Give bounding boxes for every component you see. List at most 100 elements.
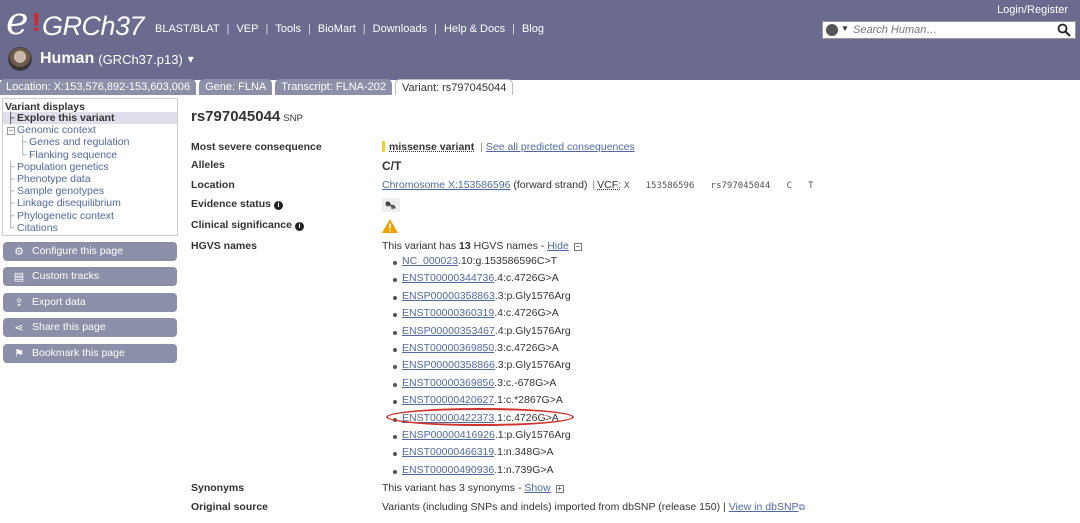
hgvs-accession-link[interactable]: ENST00000344736 [402, 272, 494, 284]
most-severe-label: Most severe consequence [191, 141, 322, 153]
tab-variant[interactable]: Variant: rs797045044 [395, 79, 514, 95]
external-link-icon: ⧉ [798, 502, 805, 512]
tab-bar: Location: X:153,576,892-153,603,006 Gene… [0, 79, 516, 95]
sidebar-item-genomic-context[interactable]: − Genomic context [3, 124, 177, 136]
evidence-frequency-icon[interactable] [382, 198, 400, 212]
hgvs-accession-link[interactable]: ENSP00000358866 [402, 359, 495, 371]
alleles-value: C/T [382, 159, 402, 173]
synonyms-label: Synonyms [191, 482, 245, 494]
bullet-icon [393, 295, 397, 300]
hgvs-notation: .10:g.153586596C>T [458, 255, 558, 267]
species-name: Human [40, 50, 95, 67]
sidebar-item-explore[interactable]: ├ Explore this variant [3, 112, 177, 125]
search-input[interactable] [853, 23, 1053, 37]
bullet-icon [393, 313, 397, 318]
hgvs-accession-link[interactable]: ENST00000490936 [402, 464, 494, 476]
export-data-button[interactable]: ⇪ Export data [3, 293, 177, 312]
nav-help-docs[interactable]: Help & Docs [444, 23, 505, 35]
synonyms-show-link[interactable]: Show [524, 482, 550, 494]
sidebar-item-flanking-sequence[interactable]: └ Flanking sequence [3, 149, 177, 161]
search-icon[interactable] [1057, 23, 1071, 37]
ensembl-logo[interactable]: e ! GRCh37 [6, 0, 145, 43]
sidebar-item-linkage[interactable]: ├ Linkage disequilibrium [3, 197, 177, 209]
hgvs-accession-link[interactable]: ENST00000360319 [402, 307, 494, 319]
hgvs-accession-link[interactable]: NC_000023 [402, 255, 458, 267]
gear-icon: ⚙ [14, 245, 24, 258]
hgvs-item: ENSP00000353467.4:p.Gly1576Arg [402, 325, 571, 337]
collapse-icon[interactable]: − [573, 243, 582, 251]
hgvs-notation: .1:n.348G>A [494, 446, 554, 459]
tab-gene[interactable]: Gene: FLNA [199, 79, 273, 95]
hgvs-accession-link[interactable]: ENST00000466319 [402, 446, 494, 458]
hgvs-notation: .4:p.Gly1576Arg [494, 324, 571, 337]
nav-tools[interactable]: Tools [275, 23, 301, 35]
nav-downloads[interactable]: Downloads [373, 23, 427, 35]
custom-tracks-button[interactable]: ▤ Custom tracks [3, 267, 177, 286]
sidebar-item-phenotype-data[interactable]: ├ Phenotype data [3, 173, 177, 185]
page-title: rs797045044 SNP [191, 108, 303, 125]
hgvs-label: HGVS names [191, 240, 257, 252]
hgvs-item: ENSP00000358863.3:p.Gly1576Arg [402, 290, 571, 302]
hgvs-count: 13 [459, 240, 471, 252]
tab-transcript[interactable]: Transcript: FLNA-202 [275, 79, 392, 95]
hgvs-accession-link[interactable]: ENSP00000416926 [402, 429, 495, 441]
vcf-label: VCF: [597, 179, 622, 191]
nav-vep[interactable]: VEP [236, 23, 258, 35]
most-severe-value: missense variant | See all predicted cons… [382, 141, 635, 153]
info-icon[interactable]: i [294, 222, 304, 231]
highlight-circle-annotation [386, 408, 574, 426]
top-nav: BLAST/BLAT | VEP | Tools | BioMart | Downloa… [155, 23, 544, 35]
logo-bang: ! [32, 7, 41, 37]
export-icon: ⇪ [14, 296, 24, 309]
masthead: e ! GRCh37 BLAST/BLAT | VEP | Tools | BioMa… [0, 0, 1080, 80]
hgvs-accession-link[interactable]: ENST00000369850 [402, 342, 494, 354]
warning-icon[interactable] [382, 219, 398, 233]
nav-blast[interactable]: BLAST/BLAT [155, 23, 220, 35]
sidebar-nav: Variant displays ├ Explore this variant −… [2, 98, 178, 236]
login-register-link[interactable]: Login/Register [997, 4, 1068, 16]
species-dropdown-icon[interactable]: ▾ [188, 52, 194, 66]
expand-icon[interactable]: + [555, 485, 564, 493]
location-label: Location [191, 179, 235, 191]
hgvs-accession-link[interactable]: ENSP00000353467 [402, 325, 495, 337]
sidebar-item-sample-genotypes[interactable]: ├ Sample genotypes [3, 185, 177, 197]
hgvs-notation: .3:c.4726G>A [494, 342, 559, 354]
hgvs-hide-link[interactable]: Hide [547, 240, 569, 252]
tracks-icon: ▤ [13, 270, 25, 283]
species-header[interactable]: Human (GRCh37.p13) ▾ [8, 47, 194, 71]
hgvs-accession-link[interactable]: ENSP00000358863 [402, 290, 495, 302]
configure-page-button[interactable]: ⚙ Configure this page [3, 242, 177, 261]
bullet-icon [393, 278, 397, 283]
logo-e: e [6, 0, 29, 43]
consequence-term[interactable]: missense variant [389, 141, 474, 153]
species-assembly: (GRCh37.p13) [98, 51, 183, 67]
hgvs-notation: .3:p.Gly1576Arg [494, 289, 571, 302]
bookmark-page-button[interactable]: ⚑ Bookmark this page [3, 344, 177, 363]
hgvs-item: ENST00000369850.3:c.4726G>A [402, 342, 559, 354]
location-link[interactable]: Chromosome X:153586596 [382, 179, 510, 191]
sidebar-item-population-genetics[interactable]: ├ Population genetics [3, 161, 177, 173]
share-icon: ⋖ [14, 321, 24, 334]
nav-blog[interactable]: Blog [522, 23, 544, 35]
tab-location[interactable]: Location: X:153,576,892-153,603,006 [0, 79, 197, 95]
hgvs-accession-link[interactable]: ENST00000420627 [402, 394, 494, 406]
sidebar-item-citations[interactable]: └ Citations [3, 222, 177, 234]
info-icon[interactable]: i [273, 201, 283, 210]
sidebar-item-phylogenetic[interactable]: ├ Phylogenetic context [3, 210, 177, 222]
sidebar-item-genes-regulation[interactable]: ├ Genes and regulation [3, 136, 177, 148]
nav-biomart[interactable]: BioMart [318, 23, 356, 35]
view-dbsnp-link[interactable]: View in dbSNP [729, 501, 799, 513]
hgvs-item: ENSP00000358866.3:p.Gly1576Arg [402, 359, 571, 371]
variant-id: rs797045044 [191, 108, 281, 125]
hgvs-item: ENSP00000416926.1:p.Gly1576Arg [402, 429, 571, 441]
hgvs-item: NC_000023.10:g.153586596C>T [402, 255, 557, 267]
chevron-down-icon[interactable]: ▼ [841, 24, 849, 33]
bullet-icon [393, 469, 397, 474]
hgvs-item: ENST00000344736.4:c.4726G>A [402, 272, 559, 284]
collapse-icon[interactable]: − [7, 127, 15, 136]
hgvs-item: ENST00000360319.4:c.4726G>A [402, 307, 559, 319]
hgvs-accession-link[interactable]: ENST00000369856 [402, 377, 494, 389]
see-all-consequences-link[interactable]: See all predicted consequences [486, 141, 635, 153]
species-selector-icon[interactable] [826, 24, 838, 36]
share-page-button[interactable]: ⋖ Share this page [3, 318, 177, 337]
